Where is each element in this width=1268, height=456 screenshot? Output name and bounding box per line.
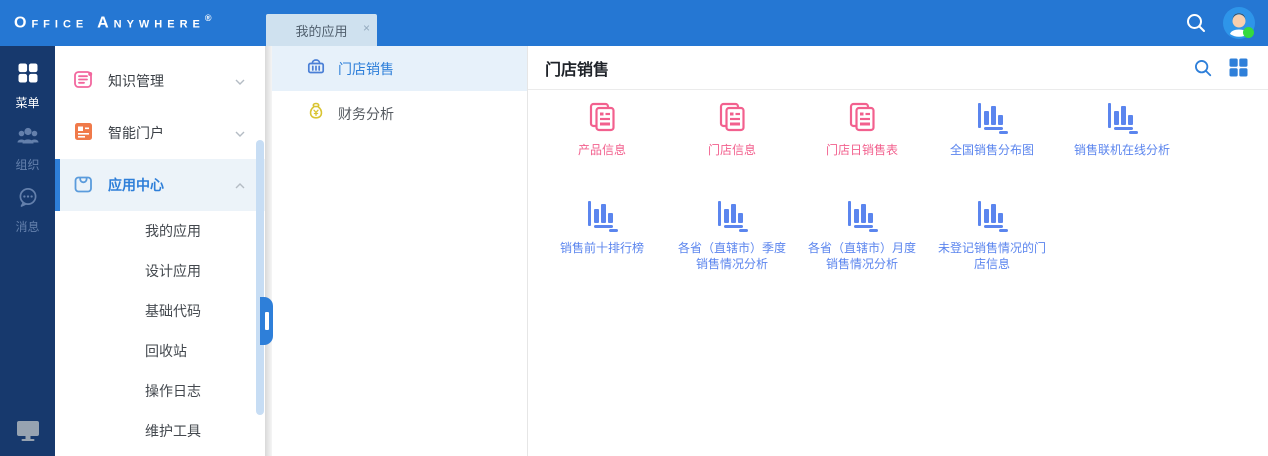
app-tile-label: 全国销售分布图: [950, 142, 1034, 158]
bar-chart-icon: [1105, 100, 1139, 134]
tab-close-icon[interactable]: ×: [363, 22, 370, 34]
user-avatar[interactable]: [1222, 6, 1256, 40]
chat-icon: [17, 186, 39, 213]
app-tile-label: 未登记销售情况的门店信息: [933, 240, 1051, 272]
sidebar-subitem-operation-log[interactable]: 操作日志: [55, 371, 265, 411]
sidebar-subitem-maintenance-tools[interactable]: 维护工具: [55, 411, 265, 451]
portal-icon: [72, 120, 94, 147]
sidebar-divider: [265, 46, 272, 456]
app-tile-label: 门店日销售表: [826, 142, 898, 158]
top-bar: Office Anywhere® 我的应用 ×: [0, 0, 1268, 46]
sidebar-subitem-my-apps[interactable]: 我的应用: [55, 211, 265, 251]
sidebar-item-label: 智能门户: [108, 123, 164, 143]
rail-label: 组织: [15, 156, 39, 173]
topbar-actions: [1184, 0, 1256, 46]
app-tile-product-info[interactable]: 产品信息: [537, 94, 667, 192]
sidebar-subitem-base-code[interactable]: 基础代码: [55, 291, 265, 331]
sidebar-subitem-design-apps[interactable]: 设计应用: [55, 251, 265, 291]
sidebar-item-label: 应用中心: [108, 175, 164, 195]
shopping-bag-icon: [72, 172, 94, 199]
sidebar-item-label: 知识管理: [108, 71, 164, 91]
people-icon: [16, 124, 40, 151]
app-tile-top-ten-ranking[interactable]: 销售前十排行榜: [537, 192, 667, 290]
app-body: 菜单 组织: [0, 46, 1268, 456]
app-tile-online-sales-analysis[interactable]: 销售联机在线分析: [1057, 94, 1187, 192]
main-header: 门店销售: [528, 46, 1268, 90]
monitor-icon[interactable]: [15, 419, 41, 448]
sidebar-scrollbar-thumb[interactable]: [256, 140, 264, 415]
sidebar-item-knowledge[interactable]: 知识管理: [55, 55, 265, 107]
panel-item-label: 门店销售: [338, 59, 394, 79]
document-icon: [585, 100, 619, 134]
chevron-down-icon: [235, 72, 245, 90]
panel-item-finance-analysis[interactable]: 财务分析: [272, 91, 527, 136]
app-tile-label: 销售前十排行榜: [560, 240, 644, 256]
app-tile-unregistered-stores[interactable]: 未登记销售情况的门店信息: [927, 192, 1057, 290]
app-tile-label: 各省（直辖市）季度销售情况分析: [673, 240, 791, 272]
sidebar-item-portal[interactable]: 智能门户: [55, 107, 265, 159]
app-group-panel: 门店销售 财务分析: [272, 46, 528, 456]
global-search-icon[interactable]: [1184, 11, 1208, 35]
chevron-down-icon: [235, 124, 245, 142]
app-tile-store-info[interactable]: 门店信息: [667, 94, 797, 192]
app-tile-grid: 产品信息 门店信息: [528, 90, 1268, 290]
basket-icon: [305, 55, 327, 82]
money-bag-icon: [305, 100, 327, 127]
tab-label: 我的应用: [295, 21, 347, 40]
app-tile-label: 产品信息: [578, 142, 626, 158]
panel-item-label: 财务分析: [338, 104, 394, 124]
notebook-icon: [72, 68, 94, 95]
app-tile-quarterly-province-analysis[interactable]: 各省（直辖市）季度销售情况分析: [667, 192, 797, 290]
rail-item-messages[interactable]: 消息: [0, 186, 55, 248]
bar-chart-icon: [845, 198, 879, 232]
app-tile-label: 销售联机在线分析: [1074, 142, 1170, 158]
bar-chart-icon: [975, 198, 1009, 232]
open-tab-my-apps[interactable]: 我的应用 ×: [266, 14, 377, 46]
app-window: Office Anywhere® 我的应用 ×: [0, 0, 1268, 456]
app-tile-label: 各省（直辖市）月度销售情况分析: [803, 240, 921, 272]
rail-item-organization[interactable]: 组织: [0, 124, 55, 186]
left-rail: 菜单 组织: [0, 46, 55, 456]
app-tile-label: 门店信息: [708, 142, 756, 158]
registered-mark: ®: [205, 13, 212, 23]
document-icon: [845, 100, 879, 134]
main-content: 门店销售: [528, 46, 1268, 456]
rail-label: 菜单: [15, 94, 39, 111]
sidebar-subitem-recycle-bin[interactable]: 回收站: [55, 331, 265, 371]
app-tile-national-sales-map[interactable]: 全国销售分布图: [927, 94, 1057, 192]
sidebar-item-app-center[interactable]: 应用中心: [55, 159, 265, 211]
rail-label: 消息: [15, 218, 39, 235]
sidebar-collapse-handle[interactable]: [260, 297, 273, 345]
app-tile-daily-sales-sheet[interactable]: 门店日销售表: [797, 94, 927, 192]
app-logo: Office Anywhere®: [14, 13, 212, 32]
bar-chart-icon: [715, 198, 749, 232]
handle-grip: [265, 312, 269, 330]
app-tile-monthly-province-analysis[interactable]: 各省（直辖市）月度销售情况分析: [797, 192, 927, 290]
grid-menu-icon: [17, 62, 39, 89]
bar-chart-icon: [975, 100, 1009, 134]
rail-item-menu[interactable]: 菜单: [0, 62, 55, 124]
grid-view-icon[interactable]: [1229, 58, 1248, 77]
document-icon: [715, 100, 749, 134]
rail-bottom: [0, 419, 55, 448]
status-dot: [1243, 27, 1254, 38]
search-icon[interactable]: [1193, 58, 1213, 78]
bar-chart-icon: [585, 198, 619, 232]
page-title: 门店销售: [545, 56, 609, 80]
module-sidebar: 知识管理 智能门户: [55, 46, 265, 456]
chevron-up-icon: [235, 176, 245, 194]
panel-item-store-sales[interactable]: 门店销售: [272, 46, 527, 91]
